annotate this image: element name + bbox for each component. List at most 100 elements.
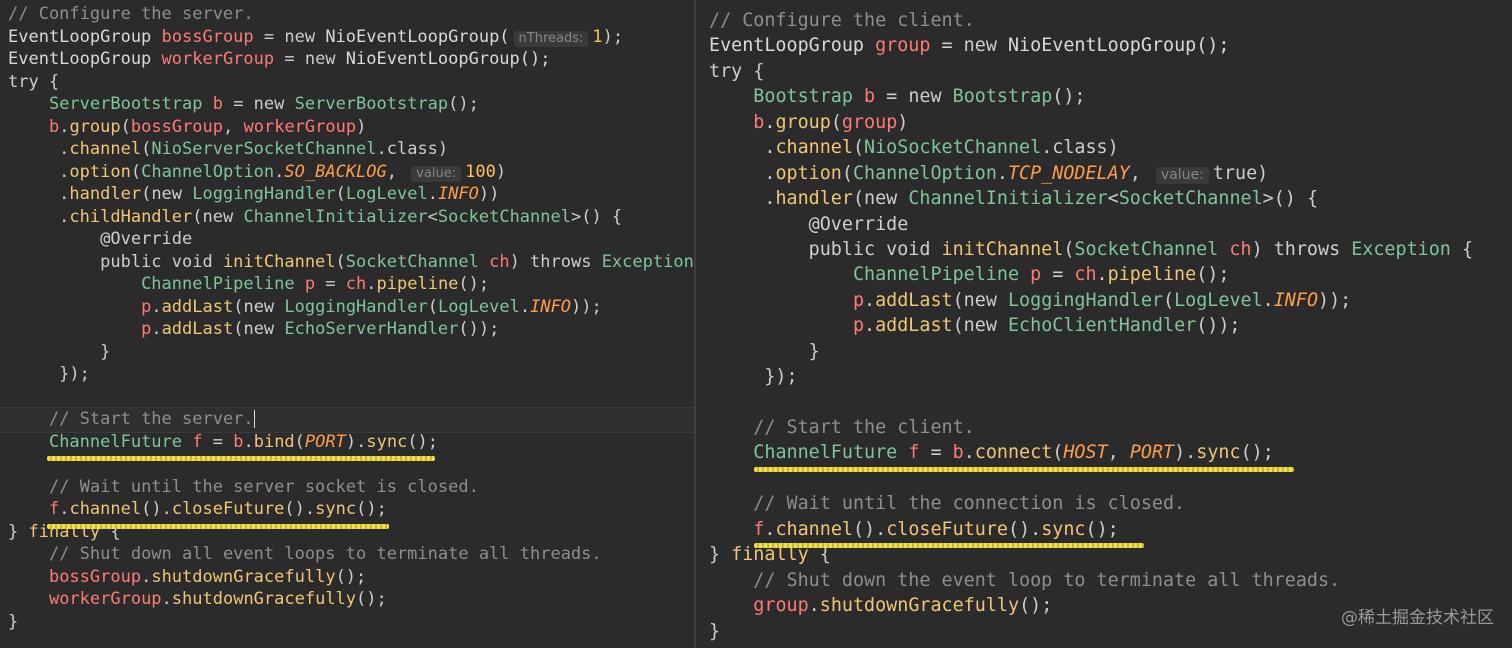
code-line[interactable]: // Shut down the event loop to terminate… [709, 568, 1473, 593]
code-token: } [8, 611, 19, 632]
code-line[interactable]: // Shut down all event loops to terminat… [8, 543, 694, 566]
code-token: (new [233, 296, 285, 317]
code-token: ) throws [509, 251, 602, 272]
code-line[interactable]: ChannelFuture f = b.connect(HOST, PORT).… [709, 440, 1473, 465]
code-line[interactable]: try { [8, 71, 694, 94]
parameter-hint: value: [411, 165, 462, 182]
code-token: (). [284, 499, 316, 519]
code-line[interactable]: Bootstrap b = new Bootstrap(); [709, 84, 1473, 109]
code-token: initChannel [222, 251, 336, 272]
code-token: . [8, 161, 70, 182]
warning-underline-connect-sync [754, 467, 1294, 472]
code-line[interactable]: f.channel().closeFuture().sync(); [709, 517, 1473, 542]
code-token: shutdownGracefully [151, 566, 336, 587]
code-line[interactable]: f.channel().closeFuture().sync(); [8, 498, 694, 521]
code-token: Bootstrap [952, 86, 1053, 108]
code-token: // Shut down the event loop to terminate… [753, 569, 1341, 591]
code-token: Exception [1351, 238, 1451, 260]
code-line[interactable]: } [8, 341, 694, 364]
server-code-editor[interactable]: // Configure the server. EventLoopGroup b… [0, 0, 694, 648]
code-token: EchoServerHandler [284, 319, 459, 339]
code-line[interactable]: .channel(NioServerSocketChannel.class) [8, 138, 694, 161]
code-line[interactable]: // Configure the server. [8, 3, 694, 26]
code-token: p [1030, 264, 1042, 286]
code-token: ( [1063, 238, 1075, 260]
code-line[interactable]: EventLoopGroup workerGroup = new NioEven… [8, 48, 694, 71]
code-token: ch [1074, 264, 1097, 286]
code-token: ServerBootstrap [48, 94, 213, 114]
code-token: sync [1196, 442, 1241, 464]
code-token: . [59, 116, 70, 137]
code-line[interactable]: .option(ChannelOption.SO_BACKLOG, value:… [8, 161, 694, 184]
code-token: ). [1174, 442, 1197, 464]
code-line[interactable]: EventLoopGroup bossGroup = new NioEventL… [8, 26, 694, 49]
code-line[interactable]: public void initChannel(SocketChannel ch… [709, 237, 1473, 262]
warning-underline-bind-sync [47, 456, 435, 461]
code-line[interactable]: ChannelPipeline p = ch.pipeline(); [8, 273, 694, 296]
code-token: . [996, 162, 1008, 184]
code-token: LoggingHandler [1007, 289, 1163, 311]
code-line[interactable]: bossGroup.shutdownGracefully(); [8, 566, 694, 589]
code-token: } [709, 340, 820, 362]
code-token: . [709, 162, 776, 184]
code-line[interactable]: // Wait until the server socket is close… [8, 476, 694, 499]
code-line[interactable]: // Configure the client. [709, 8, 1473, 33]
code-line[interactable]: public void initChannel(SocketChannel ch… [8, 251, 694, 274]
code-token: channel [69, 139, 142, 159]
code-line[interactable]: @Override [8, 228, 694, 251]
code-token: group [875, 35, 931, 57]
code-token: < [1107, 188, 1119, 210]
code-token: (); [356, 499, 387, 519]
code-token: (); [356, 589, 387, 609]
code-line[interactable]: ChannelFuture f = b.bind(PORT).sync(); [8, 431, 694, 454]
code-line[interactable]: .childHandler(new ChannelInitializer<Soc… [8, 206, 694, 229]
code-token: ) [495, 161, 507, 182]
code-token: SocketChannel [1118, 188, 1263, 210]
code-token: ( [294, 431, 305, 452]
code-line[interactable]: .handler(new LoggingHandler(LogLevel.INF… [8, 183, 694, 206]
watermark: @稀土掘金技术社区 [1341, 608, 1494, 628]
code-token: (new [233, 319, 285, 339]
code-line[interactable]: }); [8, 363, 694, 386]
code-line[interactable]: } [8, 611, 694, 634]
code-line[interactable]: @Override [709, 212, 1473, 237]
code-token: addLast [161, 319, 234, 339]
code-token: shutdownGracefully [819, 595, 1020, 617]
code-line[interactable]: EventLoopGroup group = new NioEventLoopG… [709, 33, 1473, 58]
code-line[interactable]: p.addLast(new LoggingHandler(LogLevel.IN… [709, 288, 1473, 313]
code-line[interactable]: p.addLast(new EchoServerHandler()); [8, 318, 694, 341]
code-line[interactable]: } [709, 339, 1473, 364]
code-line[interactable]: // Start the client. [709, 415, 1473, 440]
code-line[interactable]: workerGroup.shutdownGracefully(); [8, 588, 694, 611]
code-line[interactable]: // Start the server. [8, 408, 694, 431]
code-line[interactable]: ChannelPipeline p = ch.pipeline(); [709, 262, 1473, 287]
code-line[interactable]: p.addLast(new EchoClientHandler()); [709, 313, 1473, 338]
code-line[interactable]: b.group(group) [709, 110, 1473, 135]
code-line[interactable] [8, 386, 694, 409]
code-line[interactable]: .handler(new ChannelInitializer<SocketCh… [709, 186, 1473, 211]
code-token: channel [69, 499, 142, 519]
code-line[interactable]: p.addLast(new LoggingHandler(LogLevel.IN… [8, 296, 694, 319]
code-token: SocketChannel [1074, 238, 1230, 260]
code-line[interactable]: ServerBootstrap b = new ServerBootstrap(… [8, 93, 694, 116]
code-line[interactable]: b.group(bossGroup, workerGroup) [8, 116, 694, 139]
code-token: workerGroup [48, 589, 162, 609]
code-token: channel [775, 518, 853, 540]
code-token: .class) [1041, 137, 1119, 159]
code-token: group [753, 595, 809, 617]
code-token: (); [1019, 595, 1053, 617]
code-line[interactable]: try { [709, 59, 1473, 84]
code-token: ( [335, 184, 346, 204]
client-code-editor[interactable]: // Configure the client. EventLoopGroup g… [696, 0, 1512, 648]
code-token: b [864, 86, 876, 108]
code-token: ChannelInitializer [243, 206, 428, 227]
code-token: . [243, 431, 254, 452]
code-line[interactable] [709, 390, 1473, 415]
code-line[interactable]: }); [709, 364, 1473, 389]
code-line[interactable]: .option(ChannelOption.TCP_NODELAY, value… [709, 161, 1473, 186]
code-token: f [908, 442, 920, 464]
code-line[interactable]: // Wait until the connection is closed. [709, 491, 1473, 516]
code-line[interactable]: .channel(NioSocketChannel.class) [709, 135, 1473, 160]
